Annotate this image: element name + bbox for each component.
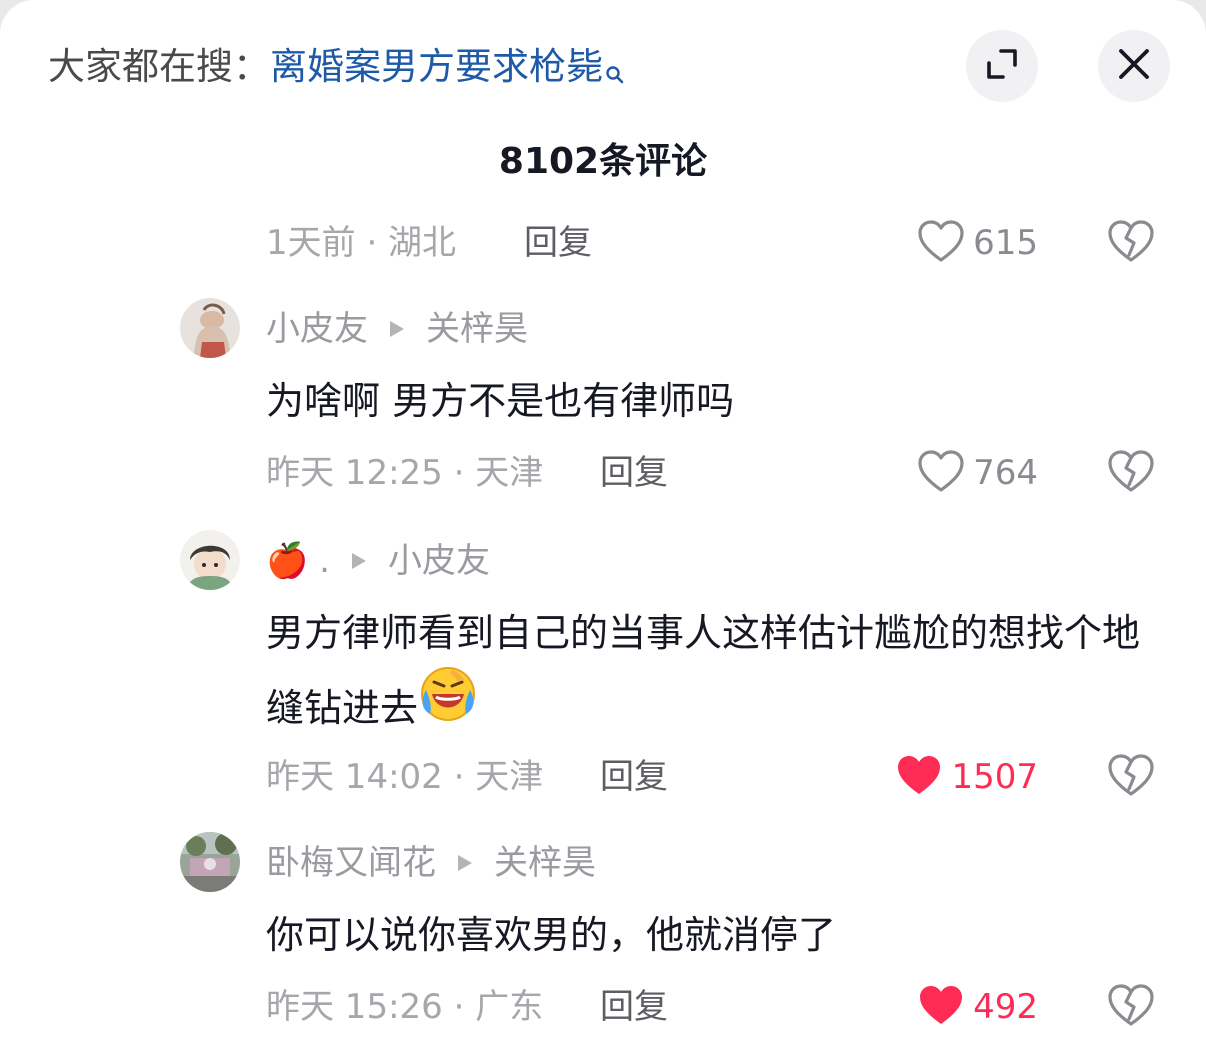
dislike-button[interactable] [1106, 218, 1156, 268]
comment-author-line: 卧梅又闻花 关梓昊 [266, 838, 596, 888]
like-count: 615 [973, 223, 1038, 263]
reply-button[interactable]: 回复 [600, 982, 668, 1032]
like-button[interactable]: 764 [906, 448, 1038, 498]
comment-author-line: 🍎 . 小皮友 [266, 536, 490, 586]
close-icon [1117, 47, 1151, 85]
comment-meta: 昨天 12:25 · 天津 [266, 453, 544, 493]
reply-to-user[interactable]: 小皮友 [388, 536, 490, 586]
comment-text: 为啥啊 男方不是也有律师吗 [266, 379, 735, 423]
dislike-button[interactable] [1106, 448, 1156, 498]
comment-meta: 昨天 14:02 · 天津 [266, 757, 544, 797]
dislike-button[interactable] [1106, 752, 1156, 802]
heart-icon [917, 983, 965, 1031]
avatar[interactable] [180, 832, 240, 892]
avatar[interactable] [180, 530, 240, 590]
crying-laughing-emoji [418, 664, 478, 749]
expand-button[interactable] [966, 30, 1038, 102]
search-icon [605, 46, 625, 100]
like-button[interactable]: 1507 [898, 752, 1038, 802]
like-count: 492 [973, 987, 1038, 1027]
broken-heart-icon [1107, 219, 1155, 267]
comment-meta: 昨天 15:26 · 广东 [266, 987, 544, 1027]
broken-heart-icon [1107, 449, 1155, 497]
heart-icon [917, 219, 965, 267]
hot-search-query[interactable]: 离婚案男方要求枪毙 [270, 45, 603, 88]
heart-icon [917, 449, 965, 497]
comment-author-line: 小皮友 关梓昊 [266, 304, 528, 354]
like-button[interactable]: 492 [906, 982, 1038, 1032]
close-button[interactable] [1098, 30, 1170, 102]
play-triangle-icon [458, 855, 472, 871]
like-count: 764 [973, 453, 1038, 493]
comments-sheet: 大家都在搜：离婚案男方要求枪毙 8102条评论 1天前 · 湖北 回复 615 … [0, 0, 1206, 1053]
play-triangle-icon [390, 321, 404, 337]
avatar[interactable] [180, 298, 240, 358]
like-count: 1507 [951, 757, 1038, 797]
hot-search-prefix: 大家都在搜： [48, 45, 270, 88]
reply-to-user[interactable]: 关梓昊 [426, 304, 528, 354]
comment-count-title: 8102条评论 [498, 141, 708, 182]
broken-heart-icon [1107, 753, 1155, 801]
reply-to-user[interactable]: 关梓昊 [494, 838, 596, 888]
expand-icon [985, 47, 1019, 85]
dislike-button[interactable] [1106, 982, 1156, 1032]
comment-author[interactable]: 🍎 . [266, 536, 330, 586]
play-triangle-icon [351, 553, 366, 569]
comment-text: 你可以说你喜欢男的，他就消停了 [266, 913, 837, 957]
comment-meta: 1天前 · 湖北 [266, 223, 457, 263]
broken-heart-icon [1107, 983, 1155, 1031]
heart-icon [895, 753, 943, 801]
reply-button[interactable]: 回复 [600, 448, 668, 498]
comment-author[interactable]: 卧梅又闻花 [266, 838, 436, 888]
comment-text: 男方律师看到自己的当事人这样估计尴尬的想找个地缝钻进去 [266, 611, 1141, 730]
reply-button[interactable]: 回复 [524, 218, 592, 268]
like-button[interactable]: 615 [906, 218, 1038, 268]
comment-text-block: 男方律师看到自己的当事人这样估计尴尬的想找个地缝钻进去 [266, 596, 1166, 749]
reply-button[interactable]: 回复 [600, 752, 668, 802]
comment-author[interactable]: 小皮友 [266, 304, 368, 354]
hot-search-bar[interactable]: 大家都在搜：离婚案男方要求枪毙 [48, 40, 625, 100]
